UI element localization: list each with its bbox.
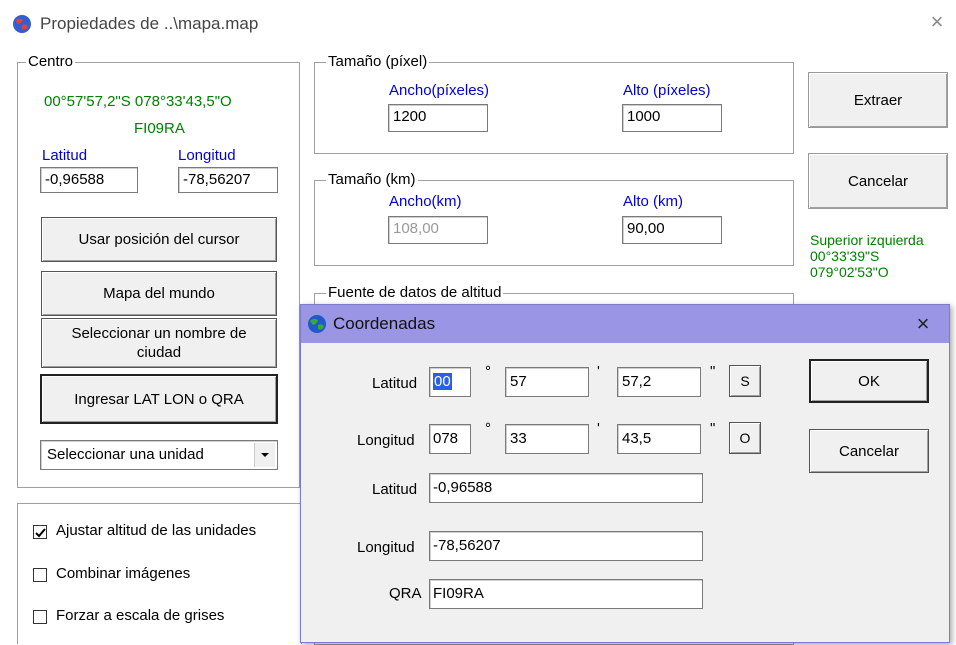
decimal-lat-input[interactable]: -0,96588 xyxy=(429,473,703,503)
world-map-button[interactable]: Mapa del mundo xyxy=(41,271,277,316)
app-globe-icon xyxy=(13,15,31,33)
centro-lat-input[interactable]: -0,96588 xyxy=(40,167,138,193)
dms-lat-min-input[interactable]: 57 xyxy=(505,367,589,397)
size-px-height-input[interactable]: 1000 xyxy=(622,104,722,132)
dms-lon-deg-symbol: ° xyxy=(485,420,491,437)
decimal-lon-label: Longitud xyxy=(357,539,415,556)
dms-lon-min-input[interactable]: 33 xyxy=(505,424,589,454)
use-cursor-position-button[interactable]: Usar posición del cursor xyxy=(41,217,277,262)
force-grayscale-checkbox[interactable] xyxy=(33,610,47,624)
check-icon xyxy=(35,528,46,538)
dms-lon-min-symbol: ' xyxy=(597,420,600,437)
top-left-info-lon: 079°02'53"O xyxy=(810,264,889,280)
enter-lat-lon-qra-button[interactable]: Ingresar LAT LON o QRA xyxy=(40,374,278,424)
select-unit-dropdown[interactable]: Seleccionar una unidad xyxy=(40,440,278,470)
size-px-height-label: Alto (píxeles) xyxy=(623,82,711,99)
dms-lat-deg-input[interactable]: 00 xyxy=(429,367,471,397)
adjust-altitude-checkbox[interactable] xyxy=(33,525,47,539)
cancel-button[interactable]: Cancelar xyxy=(808,153,948,209)
top-left-info-title: Superior izquierda xyxy=(810,232,924,248)
centro-legend: Centro xyxy=(26,53,76,70)
dms-lon-sec-input[interactable]: 43,5 xyxy=(617,424,701,454)
combine-images-checkbox[interactable] xyxy=(33,568,47,582)
window-title-bar: Propiedades de ..\mapa.map × xyxy=(0,0,956,48)
globe-icon xyxy=(308,315,326,333)
coordinates-dialog-close-icon[interactable]: × xyxy=(909,311,937,337)
size-km-legend: Tamaño (km) xyxy=(326,171,418,188)
dms-lon-sec-symbol: " xyxy=(710,420,716,437)
dms-lat-sec-symbol: " xyxy=(710,363,716,380)
size-km-height-input[interactable]: 90,00 xyxy=(622,216,722,244)
dms-lat-label: Latitud xyxy=(372,375,418,392)
extract-button[interactable]: Extraer xyxy=(808,72,948,128)
window-title: Propiedades de ..\mapa.map xyxy=(40,14,259,33)
dms-lon-label: Longitud xyxy=(357,432,415,449)
qra-label: QRA xyxy=(389,585,422,602)
centro-lat-label: Latitud xyxy=(42,147,88,164)
dms-lat-min-symbol: ' xyxy=(597,363,600,380)
coordinates-dialog-title: Coordenadas xyxy=(333,314,436,333)
dms-lat-sec-input[interactable]: 57,2 xyxy=(617,367,701,397)
size-km-group xyxy=(314,180,794,266)
dropdown-arrow-icon[interactable] xyxy=(254,443,275,467)
qra-input[interactable]: FI09RA xyxy=(429,579,703,609)
centro-lon-input[interactable]: -78,56207 xyxy=(178,167,278,193)
dms-lat-deg-value: 00 xyxy=(433,373,452,390)
size-px-legend: Tamaño (píxel) xyxy=(326,53,430,70)
altitude-source-legend: Fuente de datos de altitud xyxy=(326,284,504,301)
coordinates-cancel-button[interactable]: Cancelar xyxy=(809,429,929,473)
top-left-info-lat: 00°33'39"S xyxy=(810,248,880,264)
coordinates-dialog-title-bar: Coordenadas × xyxy=(301,305,949,343)
force-grayscale-label: Forzar a escala de grises xyxy=(56,607,225,624)
coordinates-ok-button[interactable]: OK xyxy=(809,359,929,403)
dms-lat-deg-symbol: ° xyxy=(485,363,491,380)
lon-hemisphere-button[interactable]: O xyxy=(729,422,761,454)
select-city-button[interactable]: Seleccionar un nombre de ciudad xyxy=(41,318,277,368)
lat-hemisphere-button[interactable]: S xyxy=(729,365,761,397)
size-px-width-input[interactable]: 1200 xyxy=(388,104,488,132)
size-px-group xyxy=(314,62,794,154)
size-km-width-input: 108,00 xyxy=(388,216,488,244)
decimal-lat-label: Latitud xyxy=(372,481,418,498)
centro-coords: 00°57'57,2"S 078°33'43,5"O xyxy=(44,93,232,110)
size-km-height-label: Alto (km) xyxy=(623,193,683,210)
coordinates-dialog: Coordenadas × Latitud 00 ° 57 ' 57,2 " S… xyxy=(300,304,950,643)
dms-lon-deg-input[interactable]: 078 xyxy=(429,424,471,454)
size-km-width-label: Ancho(km) xyxy=(389,193,462,210)
select-unit-value: Seleccionar una unidad xyxy=(47,446,204,463)
decimal-lon-input[interactable]: -78,56207 xyxy=(429,531,703,561)
centro-qra: FI09RA xyxy=(134,120,185,137)
size-px-width-label: Ancho(píxeles) xyxy=(389,82,490,99)
combine-images-label: Combinar imágenes xyxy=(56,565,191,582)
window-close-icon[interactable]: × xyxy=(925,10,949,34)
centro-lon-label: Longitud xyxy=(178,147,236,164)
adjust-altitude-label: Ajustar altitud de las unidades xyxy=(56,522,257,539)
